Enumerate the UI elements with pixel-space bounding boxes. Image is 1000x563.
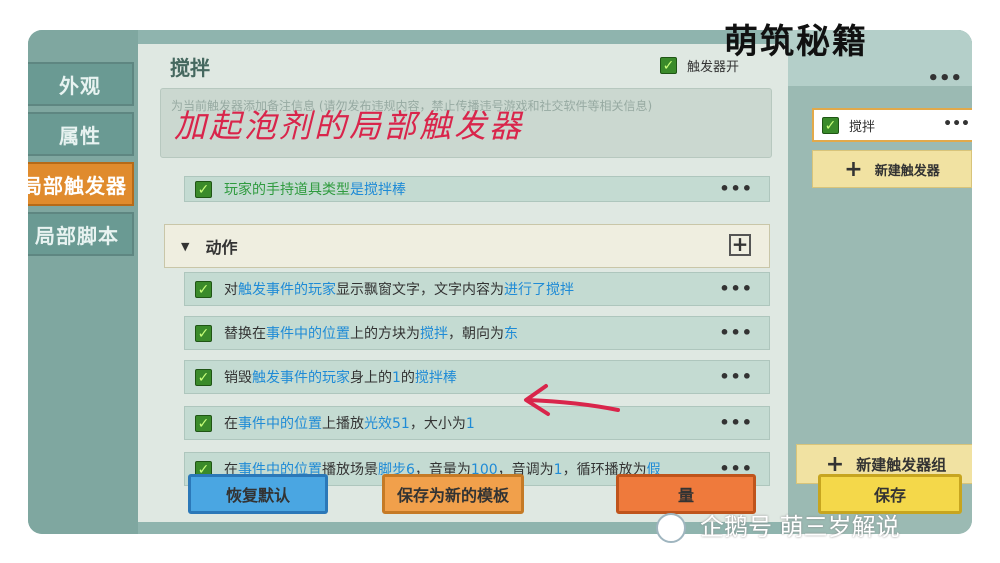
checkbox-checked-icon[interactable]: ✓ — [195, 368, 212, 386]
checkbox-checked-icon[interactable]: ✓ — [822, 116, 839, 134]
red-arrow-annotation-icon — [524, 384, 620, 416]
trigger-title: 搅拌 — [170, 56, 210, 80]
plus-icon: + — [825, 451, 845, 477]
section-label: 动作 — [205, 238, 238, 257]
more-icon[interactable]: ••• — [719, 413, 753, 432]
action-text: 对触发事件的玩家显示飘窗文字，文字内容为进行了搅拌 — [224, 279, 574, 299]
action-parameter[interactable]: 东 — [504, 326, 518, 342]
action-parameter[interactable]: 1 — [392, 370, 401, 386]
action-text-segment: 销毁 — [224, 370, 252, 386]
action-text-segment: 播放场景 — [322, 462, 378, 478]
more-icon[interactable]: ••• — [719, 179, 753, 198]
condition-subject[interactable]: 玩家的手持道具类型 — [224, 182, 350, 198]
action-row[interactable]: ✓ 在事件中的位置上播放光效51，大小为1 ••• — [184, 406, 770, 440]
action-parameter[interactable]: 进行了搅拌 — [504, 282, 574, 298]
action-parameter[interactable]: 触发事件的玩家 — [238, 282, 336, 298]
action-row[interactable]: ✓ 替换在事件中的位置上的方块为搅拌，朝向为东 ••• — [184, 316, 770, 350]
new-trigger-label: 新建触发器 — [874, 163, 940, 179]
new-trigger-button[interactable]: + 新建触发器 — [812, 150, 972, 188]
trigger-list-item[interactable]: ✓ 搅拌 ••• — [812, 108, 972, 142]
checkbox-checked-icon[interactable]: ✓ — [195, 414, 212, 432]
action-parameter[interactable]: 触发事件的玩家 — [252, 370, 350, 386]
nav-local-triggers[interactable]: 局部触发器 — [28, 162, 134, 206]
nav-label: 局部脚本 — [35, 223, 119, 248]
checkbox-checked-icon[interactable]: ✓ — [195, 280, 212, 298]
left-nav: 外观 属性 局部触发器 局部脚本 — [28, 30, 138, 534]
action-row[interactable]: ✓ 销毁触发事件的玩家身上的1的搅拌棒 ••• — [184, 360, 770, 394]
condition-row[interactable]: ✓ 玩家的手持道具类型是搅拌棒 ••• — [184, 176, 770, 202]
action-text-segment: 显示飘窗文字，文字内容为 — [336, 282, 504, 298]
action-text-segment: 的 — [400, 370, 415, 386]
annotation-text: 加起泡剂的局部触发器 — [174, 107, 525, 145]
action-row[interactable]: ✓ 对触发事件的玩家显示飘窗文字，文字内容为进行了搅拌 ••• — [184, 272, 770, 306]
action-text-segment: 身上的 — [350, 370, 392, 386]
plus-icon: + — [844, 156, 863, 182]
action-parameter[interactable]: 光效51 — [364, 416, 410, 432]
nav-local-scripts[interactable]: 局部脚本 — [28, 212, 134, 256]
condition-text: 玩家的手持道具类型是搅拌棒 — [224, 179, 406, 199]
trigger-list-item-label: 搅拌 — [849, 119, 876, 135]
nav-label: 局部触发器 — [28, 173, 127, 198]
nav-properties[interactable]: 属性 — [28, 112, 134, 156]
action-parameter[interactable]: 搅拌棒 — [415, 370, 457, 386]
more-icon[interactable]: ••• — [719, 323, 753, 342]
action-text-segment: ，大小为 — [409, 416, 466, 432]
watermark-text: 企鹅号 萌三岁解说 — [700, 513, 900, 541]
action-text: 替换在事件中的位置上的方块为搅拌，朝向为东 — [224, 323, 518, 343]
action-parameter[interactable]: 事件中的位置 — [266, 326, 350, 342]
add-action-icon[interactable]: + — [729, 234, 751, 256]
channel-logo: 萌筑秘籍 — [724, 22, 868, 62]
nav-label: 外观 — [59, 73, 101, 98]
action-text-segment: 在 — [224, 416, 238, 432]
action-text: 在事件中的位置上播放光效51，大小为1 — [224, 413, 475, 433]
action-parameter[interactable]: 1 — [554, 462, 563, 478]
new-trigger-group-label: 新建触发器组 — [856, 455, 947, 474]
more-icon[interactable]: ••• — [719, 367, 753, 386]
action-text-segment: 对 — [224, 282, 238, 298]
save-as-template-button[interactable]: 保存为新的模板 — [382, 474, 524, 514]
condition-value[interactable]: 搅拌棒 — [364, 182, 406, 198]
action-parameter[interactable]: 1 — [466, 416, 475, 432]
checkbox-checked-icon[interactable]: ✓ — [660, 57, 677, 74]
condition-operator[interactable]: 是 — [350, 182, 364, 198]
more-icon[interactable]: ••• — [943, 116, 970, 132]
penguin-logo-icon — [656, 513, 686, 543]
action-text-segment: 上播放 — [322, 416, 364, 432]
action-text-segment: 上的方块为 — [350, 326, 420, 342]
nav-label: 属性 — [59, 123, 101, 148]
collapse-triangle-icon[interactable]: ▼ — [181, 240, 189, 253]
nav-appearance[interactable]: 外观 — [28, 62, 134, 106]
actions-section-header[interactable]: ▼ 动作 + — [164, 224, 770, 268]
right-panel: ••• ✓ 搅拌 ••• + 新建触发器 + 新建触发器组 — [788, 30, 972, 534]
more-icon[interactable]: ••• — [719, 279, 753, 298]
checkbox-checked-icon[interactable]: ✓ — [195, 180, 212, 198]
action-text-segment: 替换在 — [224, 326, 266, 342]
action-parameter[interactable]: 事件中的位置 — [238, 416, 322, 432]
action-text: 销毁触发事件的玩家身上的1的搅拌棒 — [224, 367, 457, 387]
action-text-segment: ，朝向为 — [448, 326, 504, 342]
watermark: 企鹅号 萌三岁解说 — [656, 507, 900, 543]
reset-default-button[interactable]: 恢复默认 — [188, 474, 328, 514]
more-icon[interactable]: ••• — [927, 68, 962, 89]
action-parameter[interactable]: 搅拌 — [420, 326, 448, 342]
checkbox-checked-icon[interactable]: ✓ — [195, 324, 212, 342]
